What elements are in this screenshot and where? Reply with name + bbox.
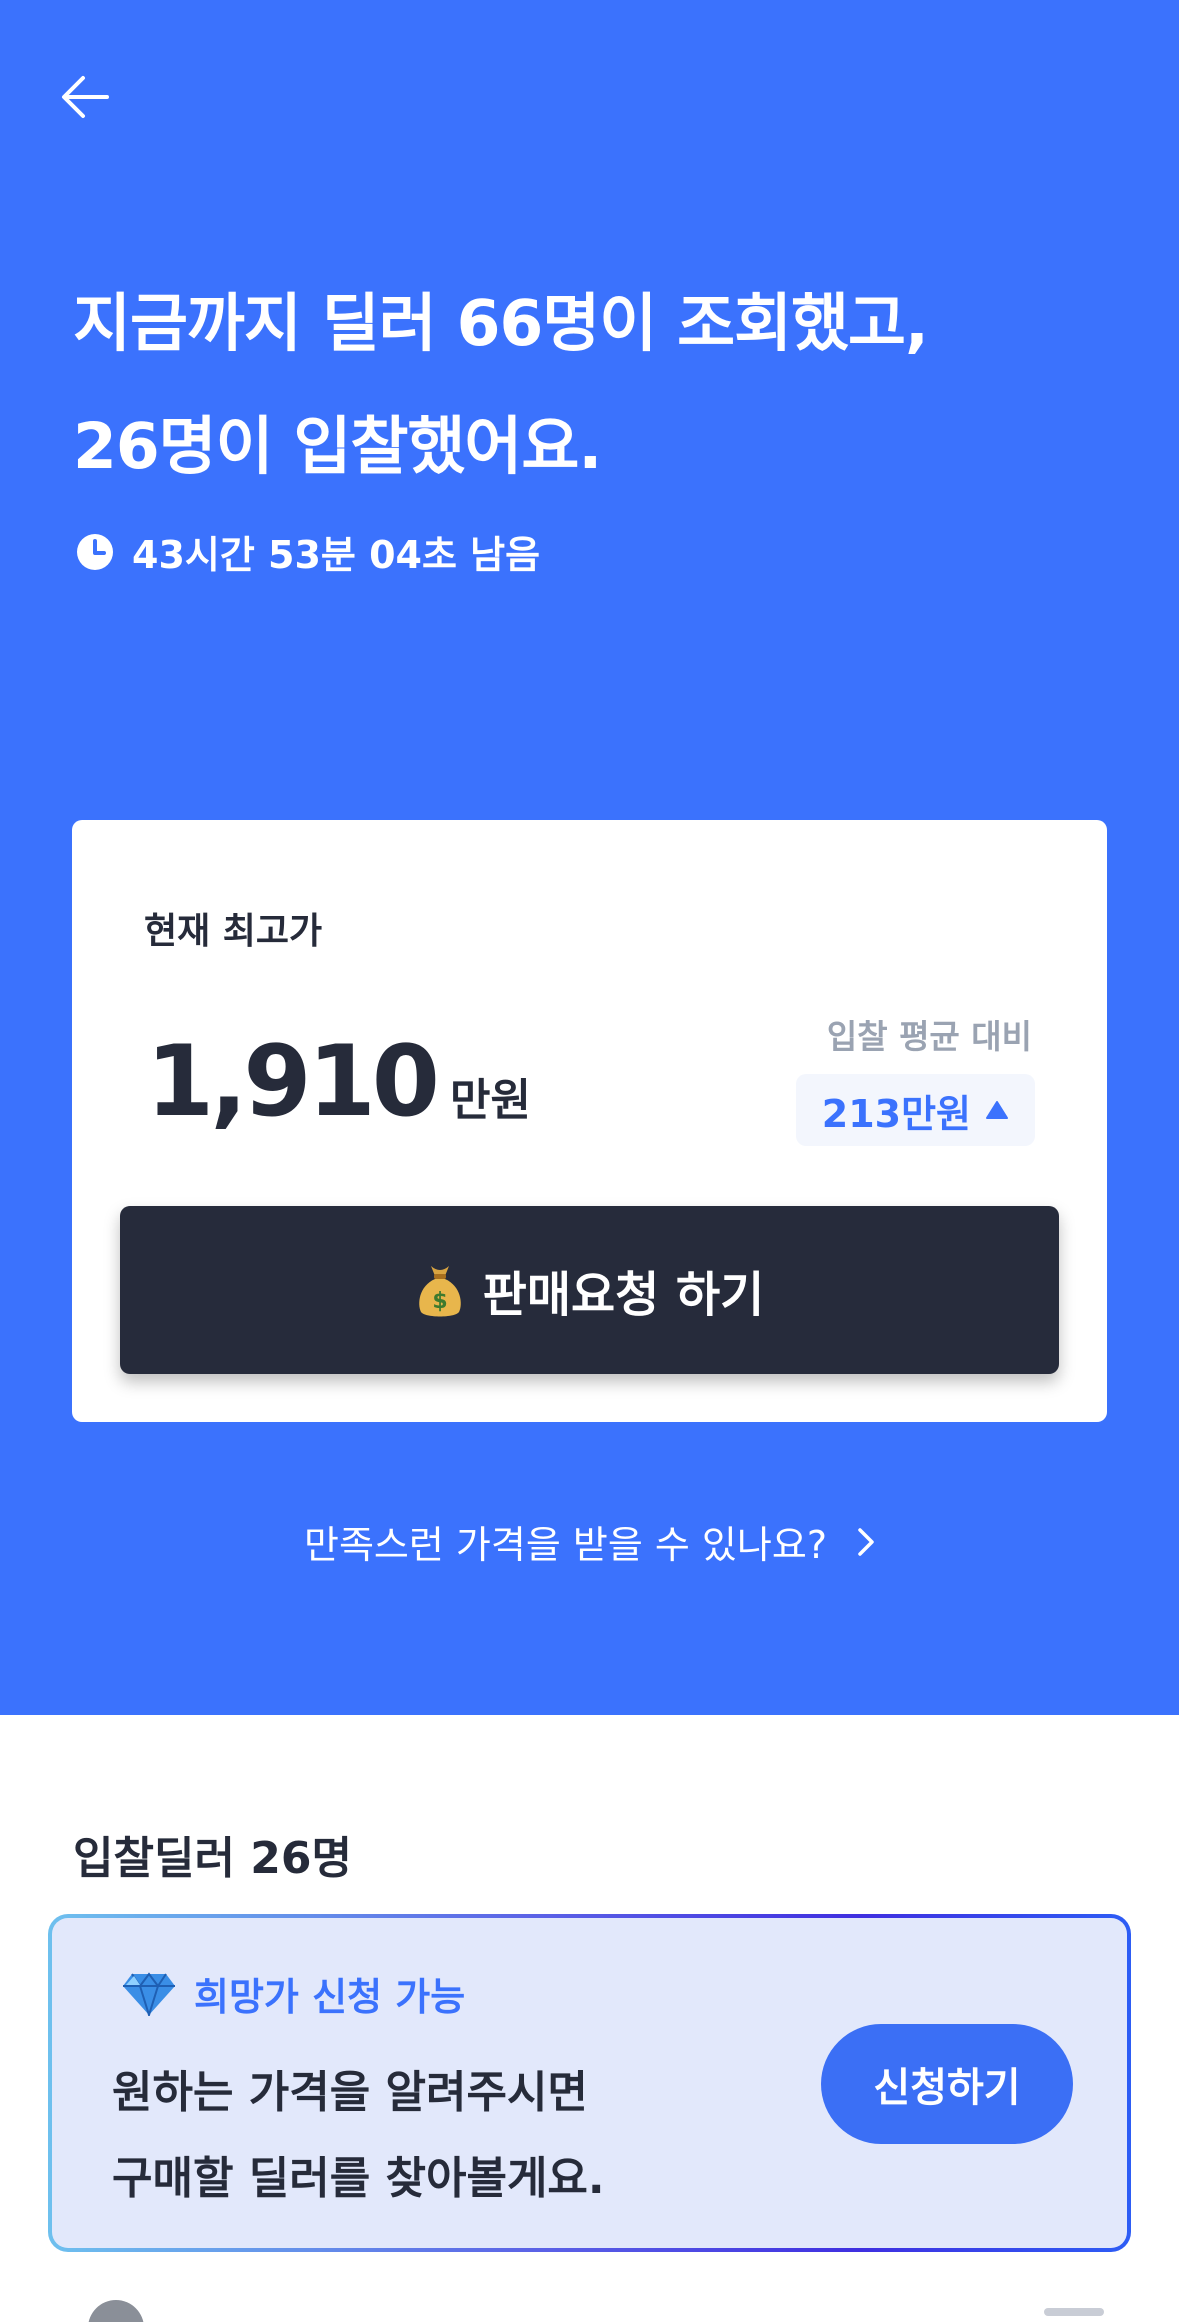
remaining-time: 43시간 53분 04초 남음 — [76, 524, 540, 579]
back-button[interactable] — [54, 66, 116, 128]
avg-compare-label: 입찰 평균 대비 — [826, 1017, 1032, 1056]
avg-diff-value: 213만원 — [821, 1091, 971, 1136]
headline-line-2: 26명이 입찰했어요. — [73, 410, 602, 483]
wish-price-description: 원하는 가격을 알려주시면 구매할 딜러를 찾아볼게요. — [112, 2050, 605, 2222]
apply-button[interactable]: 신청하기 — [821, 2024, 1073, 2144]
triangle-up-icon — [985, 1100, 1009, 1120]
page-title: 지금까지 딜러 66명이 조회했고, 26명이 입찰했어요. — [73, 262, 1133, 508]
timer-text: 43시간 53분 04초 남음 — [132, 533, 541, 577]
arrow-left-icon — [62, 76, 109, 118]
headline-line-1: 지금까지 딜러 66명이 조회했고, — [73, 287, 929, 360]
wish-desc-line-2: 구매할 딜러를 찾아볼게요. — [112, 2153, 605, 2204]
avatar — [88, 2300, 144, 2322]
price-value: 1,910 — [146, 1025, 440, 1139]
gem-icon — [122, 1971, 176, 2016]
avg-diff-badge: 213만원 — [795, 1074, 1035, 1146]
current-highest-label: 현재 최고가 — [144, 911, 323, 952]
hero-section: 지금까지 딜러 66명이 조회했고, 26명이 입찰했어요. 43시간 53분 … — [0, 0, 1179, 1715]
wish-price-banner: 희망가 신청 가능 원하는 가격을 알려주시면 구매할 딜러를 찾아볼게요. 신… — [48, 1914, 1131, 2252]
sell-request-button[interactable]: $ 판매요청 하기 — [120, 1206, 1059, 1374]
sell-request-label: 판매요청 하기 — [482, 1267, 765, 1323]
wish-price-tag-label: 희망가 신청 가능 — [194, 1975, 466, 2019]
highest-price: 1,910 만원 — [146, 1025, 531, 1139]
bidders-title: 입찰딜러 26명 — [73, 1833, 352, 1884]
satisfaction-link-label: 만족스런 가격을 받을 수 있나요? — [304, 1523, 827, 1567]
clock-icon — [76, 533, 114, 571]
wish-desc-line-1: 원하는 가격을 알려주시면 — [112, 2067, 588, 2118]
price-unit: 만원 — [449, 1075, 531, 1126]
svg-text:$: $ — [432, 1289, 447, 1314]
satisfaction-link[interactable]: 만족스런 가격을 받을 수 있나요? — [0, 1514, 1179, 1569]
wish-price-tag: 희망가 신청 가능 — [122, 1966, 465, 2021]
chevron-right-icon — [857, 1527, 875, 1557]
list-item-preview — [1044, 2308, 1104, 2316]
money-bag-icon: $ — [415, 1260, 465, 1320]
highest-price-card: 현재 최고가 1,910 만원 입찰 평균 대비 213만원 $ 판매요청 하기 — [72, 820, 1107, 1422]
